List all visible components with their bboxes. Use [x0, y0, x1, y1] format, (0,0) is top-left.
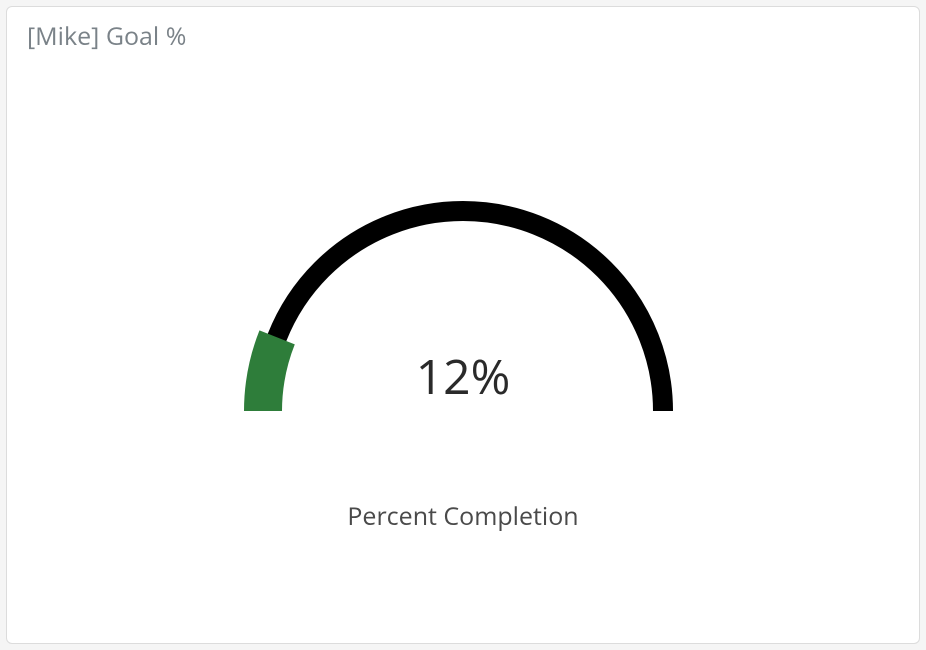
gauge-container: 12% Percent Completion — [27, 61, 899, 623]
card-title: [Mike] Goal % — [27, 19, 899, 53]
gauge-completed-arc — [263, 337, 277, 411]
gauge-caption: Percent Completion — [347, 499, 578, 533]
gauge-card: [Mike] Goal % 12% Percent Completion — [6, 6, 920, 644]
gauge-chart: 12% — [203, 151, 723, 471]
gauge-value-label: 12% — [416, 344, 511, 409]
